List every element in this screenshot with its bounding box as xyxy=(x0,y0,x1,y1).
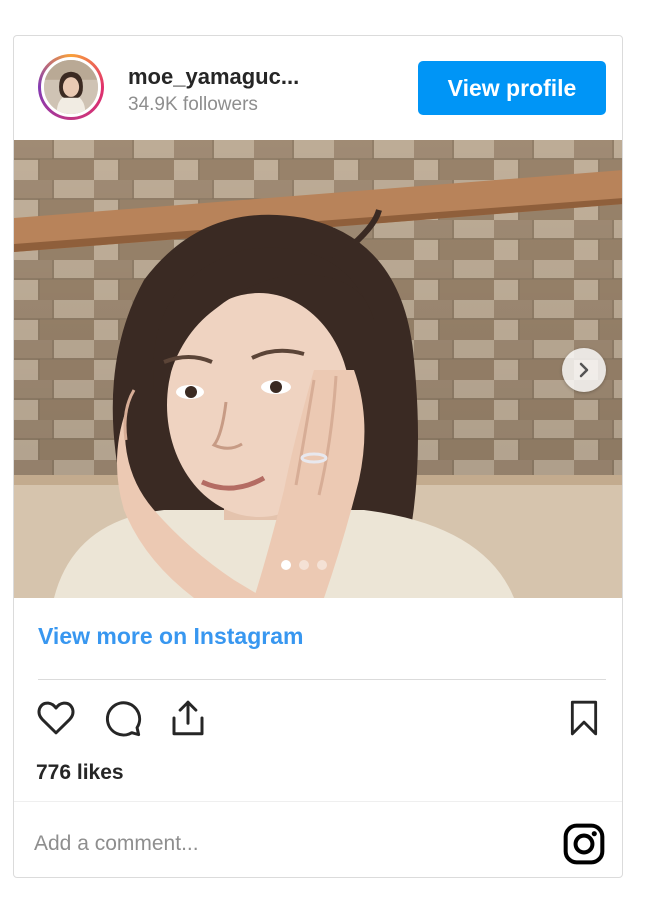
divider xyxy=(38,679,606,680)
instagram-logo-icon xyxy=(563,823,605,865)
divider xyxy=(14,801,622,802)
comment-icon xyxy=(106,701,142,737)
post-header: moe_yamaguc... 34.9K followers View prof… xyxy=(14,36,622,140)
view-more-link[interactable]: View more on Instagram xyxy=(38,623,303,650)
action-bar xyxy=(34,696,210,740)
comment-input[interactable] xyxy=(34,826,514,862)
carousel-dot-active xyxy=(281,560,291,570)
chevron-right-icon xyxy=(579,362,589,378)
post-photo[interactable] xyxy=(14,140,622,598)
share-icon xyxy=(172,700,204,736)
bookmark-icon xyxy=(570,700,598,736)
instagram-logo-button[interactable] xyxy=(562,822,606,866)
avatar-photo xyxy=(44,60,98,114)
view-profile-button[interactable]: View profile xyxy=(418,61,606,115)
share-button[interactable] xyxy=(166,696,210,740)
instagram-embed-card: moe_yamaguc... 34.9K followers View prof… xyxy=(13,35,623,878)
carousel-next-button[interactable] xyxy=(562,348,606,392)
avatar-image xyxy=(41,57,101,117)
like-count: 776 likes xyxy=(36,761,124,784)
carousel-dot xyxy=(317,560,327,570)
save-button[interactable] xyxy=(562,696,606,740)
carousel-indicator xyxy=(14,560,622,570)
username[interactable]: moe_yamaguc... xyxy=(128,64,299,90)
like-button[interactable] xyxy=(34,696,78,740)
post-image xyxy=(14,140,622,598)
follower-count: 34.9K followers xyxy=(128,94,258,115)
avatar[interactable] xyxy=(38,54,104,120)
heart-icon xyxy=(37,701,75,735)
comment-button[interactable] xyxy=(100,696,144,740)
carousel-dot xyxy=(299,560,309,570)
